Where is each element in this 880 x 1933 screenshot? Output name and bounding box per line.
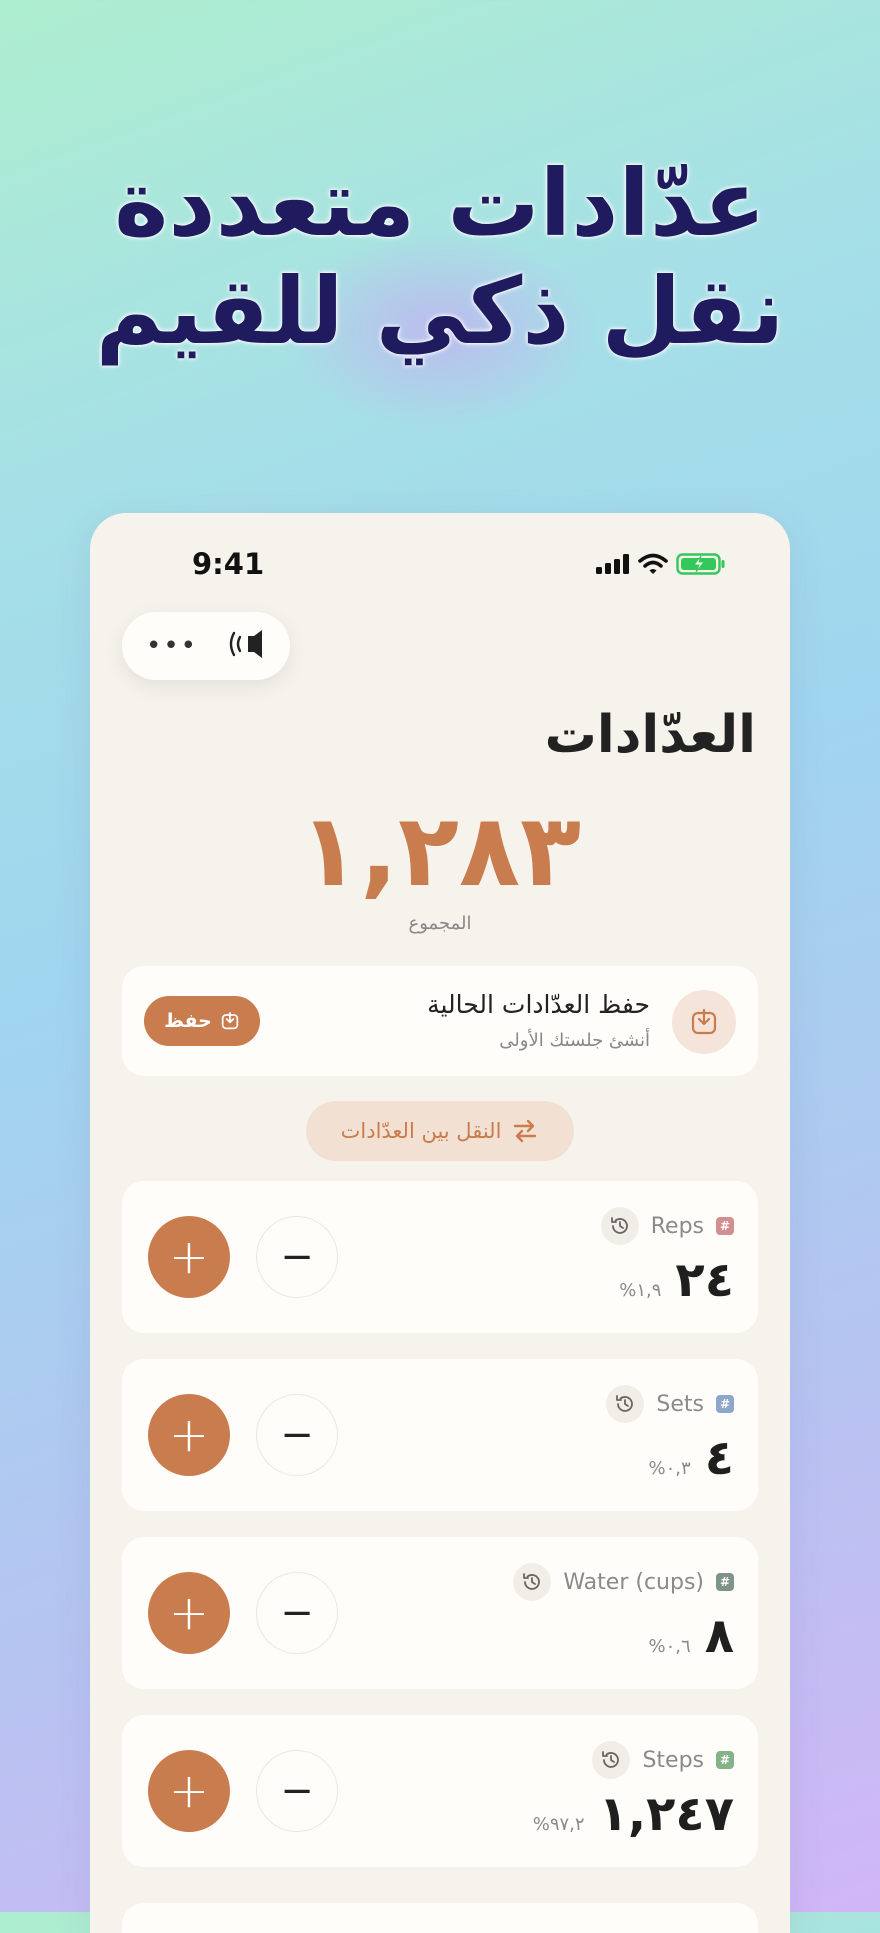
transfer-label: النقل بين العدّادات: [340, 1119, 502, 1143]
total-value: ١,٢٨٣: [298, 792, 582, 909]
increment-button[interactable]: +: [148, 1216, 230, 1298]
counter-percent: ١,٩%: [619, 1280, 662, 1301]
download-tray-icon: [691, 1008, 717, 1035]
increment-button[interactable]: +: [148, 1750, 230, 1832]
decrement-button[interactable]: −: [256, 1572, 338, 1654]
counter-value-row: ١,٢٤٧ ٩٧,٢%: [533, 1787, 734, 1841]
speaker-icon: [229, 630, 262, 658]
increment-button[interactable]: +: [148, 1394, 230, 1476]
history-icon: [610, 1217, 628, 1234]
counter-card-reps: + − Reps # ٢٤ ١,٩%: [122, 1181, 758, 1333]
counter-value-row: ٨ ٠,٦%: [649, 1609, 734, 1663]
battery-charging-icon: [676, 553, 725, 575]
hash-tag-icon: #: [716, 1217, 734, 1235]
counter-value-row: ٢٤ ١,٩%: [619, 1253, 734, 1307]
counter-header: Reps #: [600, 1207, 734, 1245]
counter-name: Water (cups): [563, 1569, 704, 1595]
decrement-button[interactable]: −: [256, 1394, 338, 1476]
history-button[interactable]: [513, 1563, 552, 1601]
headline-line-1: عدّادات متعددة: [114, 150, 766, 257]
counter-name: Sets: [656, 1391, 704, 1417]
counter-name: Reps: [650, 1213, 704, 1239]
decrement-button[interactable]: −: [256, 1750, 338, 1832]
phone-screen: 9:41 ••• العدّادات ١,٢٨٣ المجموع حفظ الع…: [90, 513, 790, 1933]
save-card-icon: [672, 990, 736, 1054]
counter-card-water: + − Water (cups) # ٨ ٠,٦%: [122, 1537, 758, 1689]
counter-value: ٨: [704, 1608, 734, 1664]
total-label: المجموع: [408, 913, 472, 934]
counter-percent: ٠,٦%: [648, 1636, 691, 1657]
transfer-between-counters-button[interactable]: النقل بين العدّادات: [306, 1101, 574, 1161]
signal-icon: [596, 554, 629, 574]
save-card-subtitle: أنشئ جلستك الأولى: [499, 1030, 650, 1051]
hash-tag-icon: #: [716, 1751, 734, 1769]
wifi-icon: [638, 553, 668, 574]
counter-card-steps: + − Steps # ١,٢٤٧ ٩٧,٢%: [122, 1715, 758, 1867]
headline-line-2: نقل ذكي للقيم: [95, 258, 785, 365]
more-button[interactable]: •••: [146, 633, 198, 659]
counter-value: ٢٤: [675, 1252, 734, 1308]
save-icon: [221, 1012, 239, 1030]
save-button-label: حفظ: [164, 1010, 212, 1032]
counter-header: Steps #: [592, 1741, 734, 1779]
counter-value-row: ٤ ٠,٣%: [649, 1431, 734, 1485]
counter-card-sets: + − Sets # ٤ ٠,٣%: [122, 1359, 758, 1511]
save-session-card: حفظ العدّادات الحالية أنشئ جلستك الأولى …: [122, 966, 758, 1076]
top-actions-pill: •••: [122, 612, 290, 680]
save-button[interactable]: حفظ: [144, 996, 260, 1046]
counter-value: ٤: [704, 1430, 734, 1486]
history-button[interactable]: [592, 1741, 631, 1779]
history-icon: [523, 1573, 541, 1590]
counter-value: ١,٢٤٧: [598, 1786, 734, 1842]
sound-button[interactable]: [226, 627, 266, 665]
counter-percent: ٠,٣%: [648, 1458, 691, 1479]
transfer-arrows-icon: [514, 1119, 537, 1143]
history-button[interactable]: [606, 1385, 645, 1423]
counter-name: Steps: [642, 1747, 704, 1773]
history-button[interactable]: [600, 1207, 639, 1245]
decrement-button[interactable]: −: [256, 1216, 338, 1298]
increment-button[interactable]: +: [148, 1572, 230, 1654]
counter-percent: ٩٧,٢%: [532, 1814, 585, 1835]
next-card-peek: [122, 1903, 758, 1933]
history-icon: [616, 1395, 634, 1412]
hash-tag-icon: #: [716, 1573, 734, 1591]
status-icons: [596, 553, 726, 575]
hash-tag-icon: #: [716, 1395, 734, 1413]
headline: عدّادات متعددة نقل ذكي للقيم: [0, 150, 880, 366]
history-icon: [602, 1751, 620, 1768]
counter-header: Water (cups) #: [513, 1563, 734, 1601]
save-card-title: حفظ العدّادات الحالية: [427, 990, 650, 1019]
status-time: 9:41: [192, 547, 265, 581]
counter-header: Sets #: [606, 1385, 734, 1423]
page-title: العدّادات: [544, 705, 756, 765]
